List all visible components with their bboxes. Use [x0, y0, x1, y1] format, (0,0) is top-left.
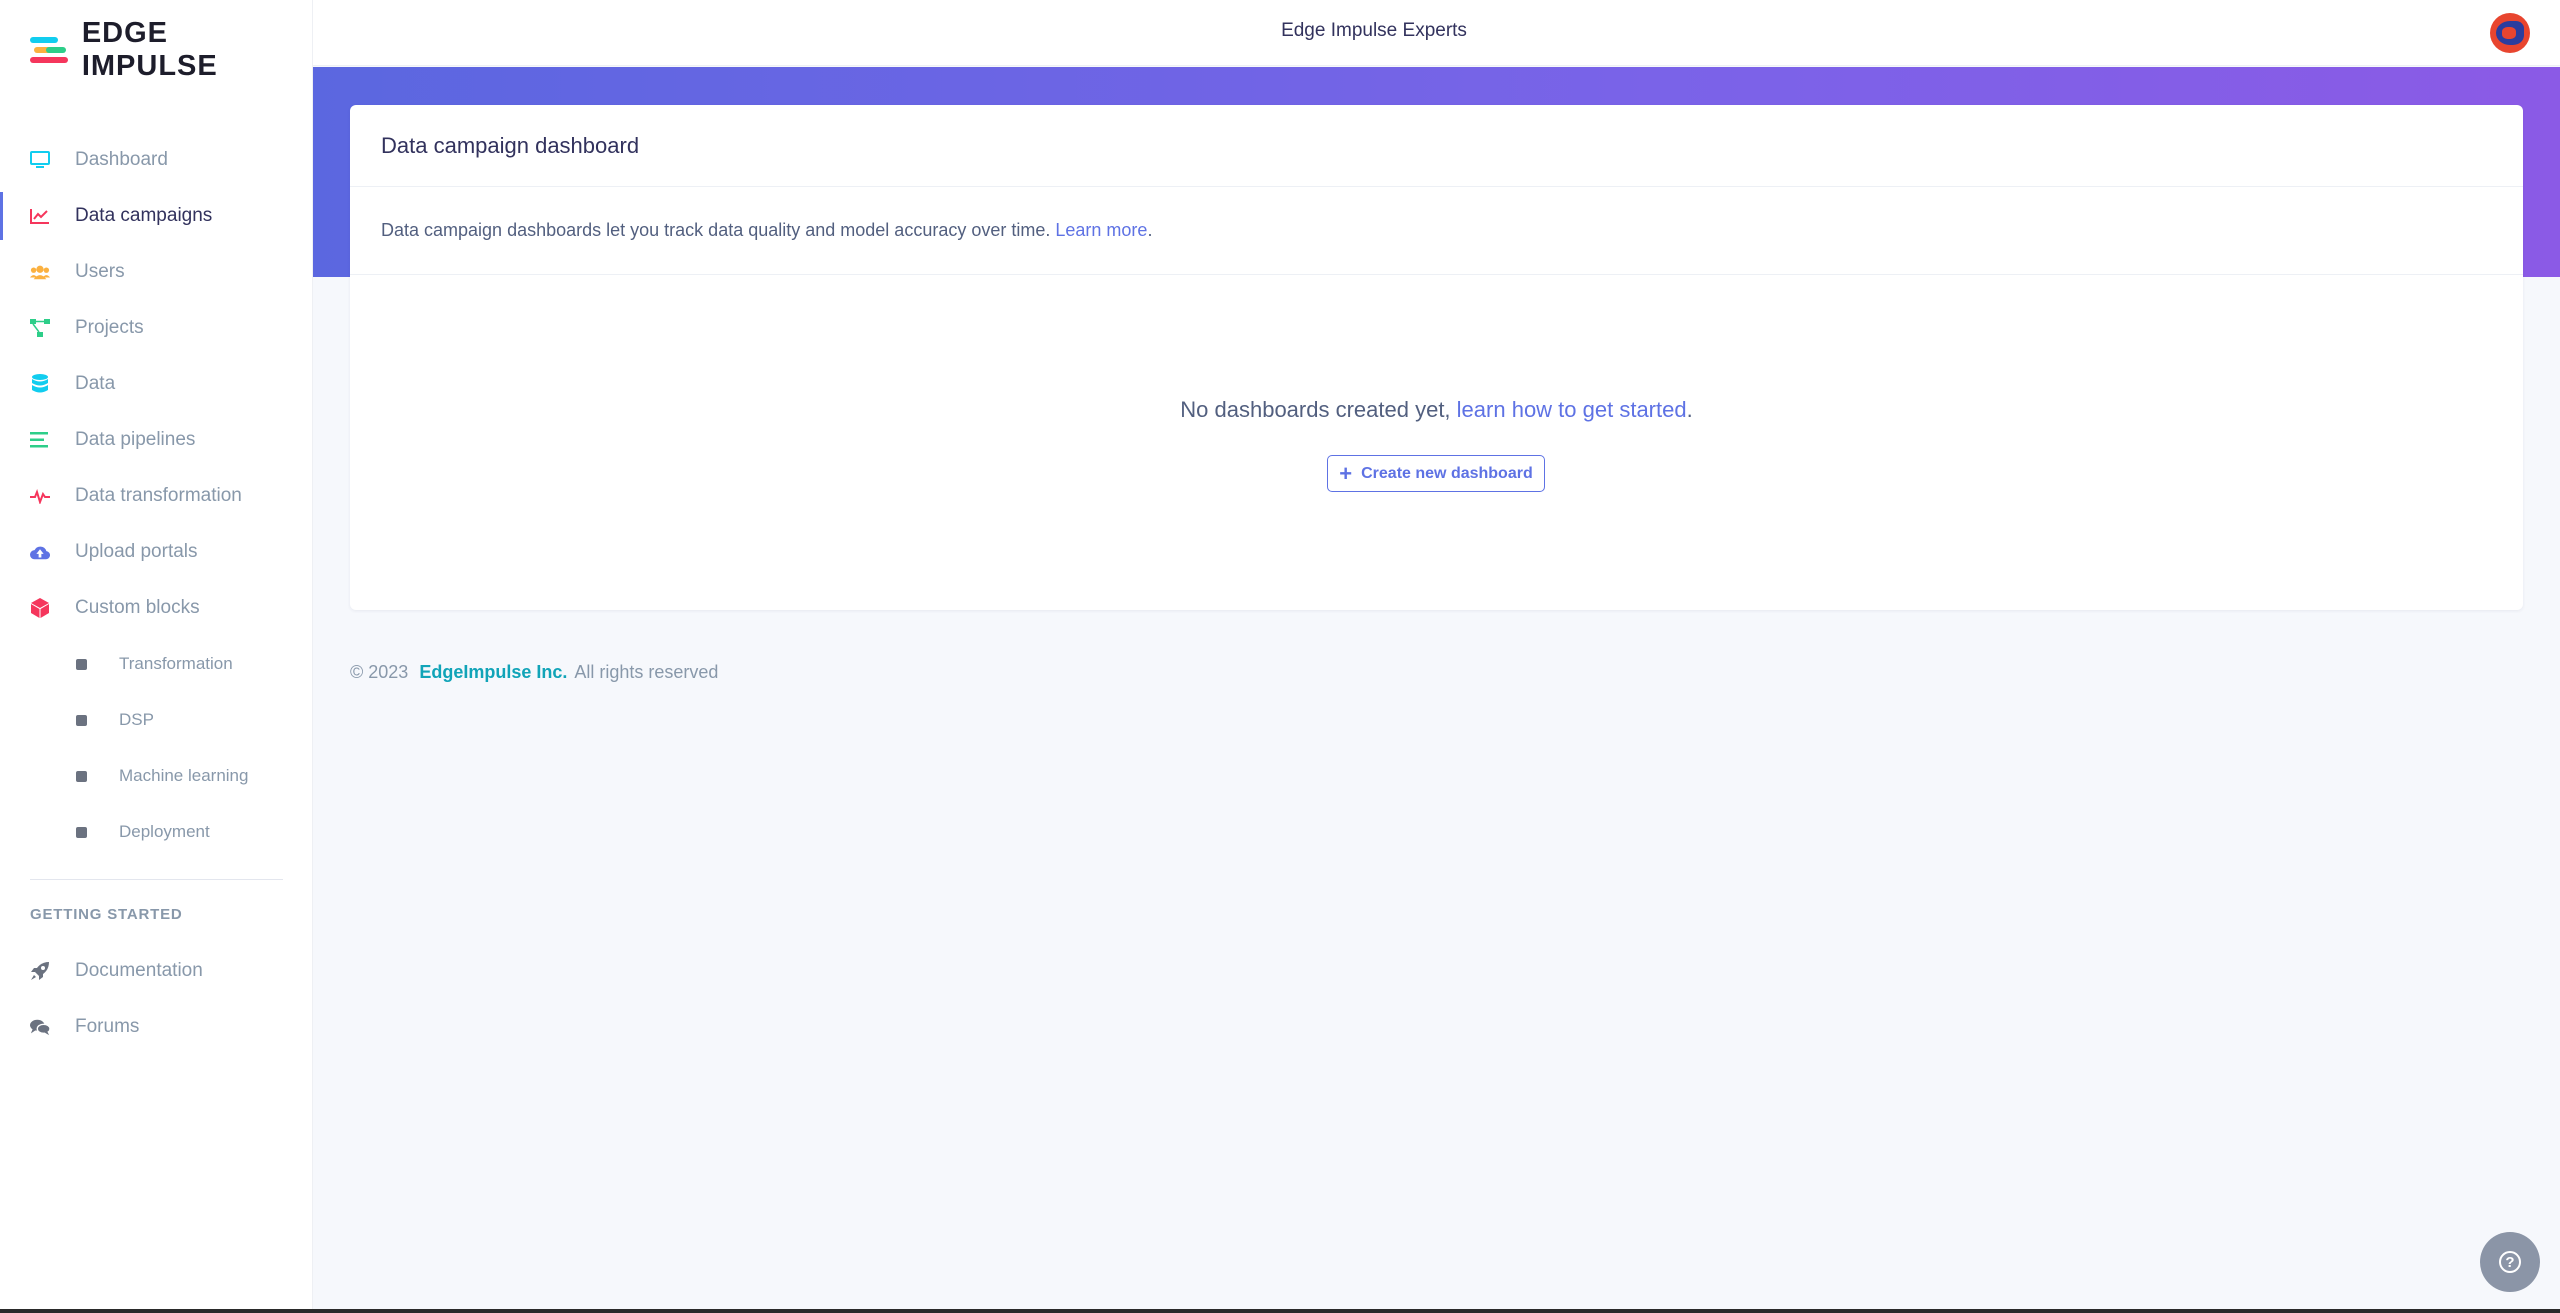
sidebar-item-label: Data transformation [75, 485, 242, 506]
company-link[interactable]: EdgeImpulse Inc. [419, 662, 567, 682]
sidebar-item-label: Custom blocks [75, 597, 200, 618]
cloud-upload-icon [30, 542, 50, 562]
question-icon: ? [2499, 1251, 2521, 1273]
help-button[interactable]: ? [2480, 1232, 2540, 1292]
get-started-link[interactable]: learn how to get started [1457, 397, 1687, 422]
sidebar-subitem-transformation[interactable]: Transformation [0, 636, 313, 692]
sidebar-nav: Dashboard Data campaigns Users Projects … [0, 132, 313, 860]
getting-started-nav: Documentation Forums [0, 943, 313, 1055]
sidebar-item-label: Forums [75, 1016, 140, 1037]
rocket-icon [30, 961, 50, 981]
user-avatar[interactable] [2490, 13, 2530, 53]
rights-text: All rights reserved [574, 662, 719, 682]
create-button-label: Create new dashboard [1361, 464, 1533, 482]
sidebar-item-label: Documentation [75, 960, 203, 981]
logo-text: EDGE IMPULSE [81, 17, 218, 82]
edge-impulse-logo-icon [30, 35, 72, 65]
sidebar-item-custom-blocks[interactable]: Custom blocks [0, 580, 313, 636]
card-description: Data campaign dashboards let you track d… [350, 187, 2523, 275]
square-icon [76, 770, 87, 782]
sidebar-item-label: Users [75, 261, 125, 282]
sidebar-item-projects[interactable]: Projects [0, 300, 313, 356]
sidebar-subitem-label: Transformation [119, 654, 233, 673]
getting-started-heading: GETTING STARTED [30, 906, 183, 923]
heartbeat-icon [30, 486, 50, 506]
database-icon [30, 374, 50, 394]
sidebar-subitem-deployment[interactable]: Deployment [0, 804, 313, 860]
create-new-dashboard-button[interactable]: + Create new dashboard [1327, 455, 1545, 492]
sidebar-item-label: Upload portals [75, 541, 198, 562]
organization-name: Edge Impulse Experts [1281, 20, 1467, 41]
sidebar-item-label: Data pipelines [75, 429, 196, 450]
sidebar-item-data-campaigns[interactable]: Data campaigns [0, 188, 313, 244]
sidebar-item-upload-portals[interactable]: Upload portals [0, 524, 313, 580]
sidebar-item-data[interactable]: Data [0, 356, 313, 412]
square-icon [76, 658, 87, 670]
empty-state: No dashboards created yet, learn how to … [350, 397, 2523, 423]
sidebar-item-label: Data campaigns [75, 205, 213, 226]
description-text: Data campaign dashboards let you track d… [381, 220, 1051, 240]
learn-more-link[interactable]: Learn more [1055, 220, 1147, 241]
comments-icon [30, 1017, 50, 1037]
sidebar-item-dashboard[interactable]: Dashboard [0, 132, 313, 188]
sidebar-item-data-pipelines[interactable]: Data pipelines [0, 412, 313, 468]
sidebar-subitem-label: Deployment [119, 822, 210, 841]
sidebar-item-label: Dashboard [75, 149, 168, 170]
project-diagram-icon [30, 318, 50, 338]
sidebar-divider [30, 879, 283, 880]
page-title: Data campaign dashboard [381, 132, 640, 158]
plus-icon: + [1339, 460, 1353, 486]
sidebar: EDGE IMPULSE Dashboard Data campaigns Us… [0, 0, 313, 1313]
sidebar-subitem-label: Machine learning [119, 766, 249, 785]
copyright: © 2023 [350, 662, 409, 682]
sidebar-item-label: Data [75, 373, 116, 394]
sidebar-subitem-label: DSP [119, 710, 154, 729]
window-bottom-edge [0, 1309, 2560, 1313]
square-icon [76, 826, 87, 838]
data-campaign-dashboard-card: Data campaign dashboard Data campaign da… [350, 105, 2523, 610]
sidebar-item-users[interactable]: Users [0, 244, 313, 300]
edge-impulse-logo[interactable]: EDGE IMPULSE [30, 17, 312, 82]
monitor-icon [30, 150, 50, 170]
sidebar-item-documentation[interactable]: Documentation [0, 943, 313, 999]
empty-state-text: No dashboards created yet, [1180, 397, 1451, 422]
topbar: Edge Impulse Experts [313, 0, 2560, 66]
chart-line-icon [30, 206, 50, 226]
sidebar-subitem-dsp[interactable]: DSP [0, 692, 313, 748]
square-icon [76, 714, 87, 726]
card-header: Data campaign dashboard [350, 105, 2523, 187]
period: . [1686, 397, 1693, 422]
sidebar-item-label: Projects [75, 317, 144, 338]
sidebar-item-data-transformation[interactable]: Data transformation [0, 468, 313, 524]
sidebar-subitem-machine-learning[interactable]: Machine learning [0, 748, 313, 804]
footer: © 2023 EdgeImpulse Inc. All rights reser… [350, 662, 718, 683]
list-icon [30, 430, 50, 450]
users-icon [30, 262, 50, 282]
cube-icon [30, 598, 50, 618]
period: . [1147, 220, 1153, 240]
sidebar-item-forums[interactable]: Forums [0, 999, 313, 1055]
